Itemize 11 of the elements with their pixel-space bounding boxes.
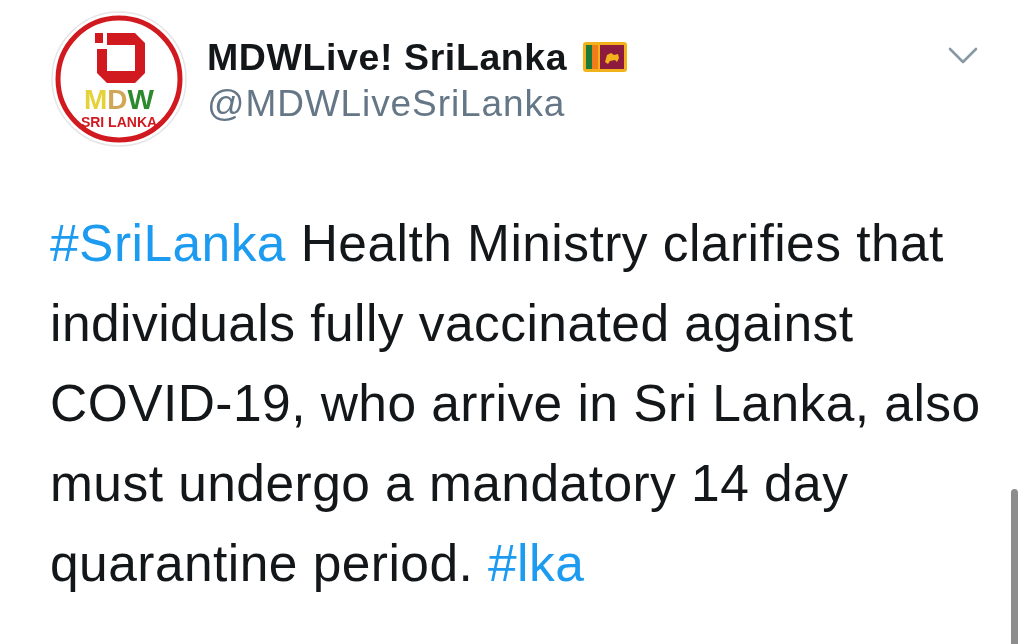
scrollbar-thumb[interactable] [1011,489,1018,644]
chevron-down-icon[interactable] [948,47,978,65]
user-handle[interactable]: @MDWLiveSriLanka [207,82,628,126]
avatar-logo[interactable]: MDW SRI LANKA [51,11,187,147]
tweet-text: #SriLanka Health Ministry clarifies that individuals fully vaccinated against COVID-19, who arrive in Sri Lanka, also must undergo a mandatory 14 day quarantine period. #lka [50,213,982,594]
flag-icon [583,42,628,72]
display-name[interactable]: MDWLive! SriLanka [207,34,568,80]
hashtag-link[interactable]: #lka [488,534,585,592]
logo-text: MDW [84,84,154,115]
logo-text: SRI LANKA [80,114,158,130]
hashtag-link[interactable]: #SriLanka [50,214,286,272]
